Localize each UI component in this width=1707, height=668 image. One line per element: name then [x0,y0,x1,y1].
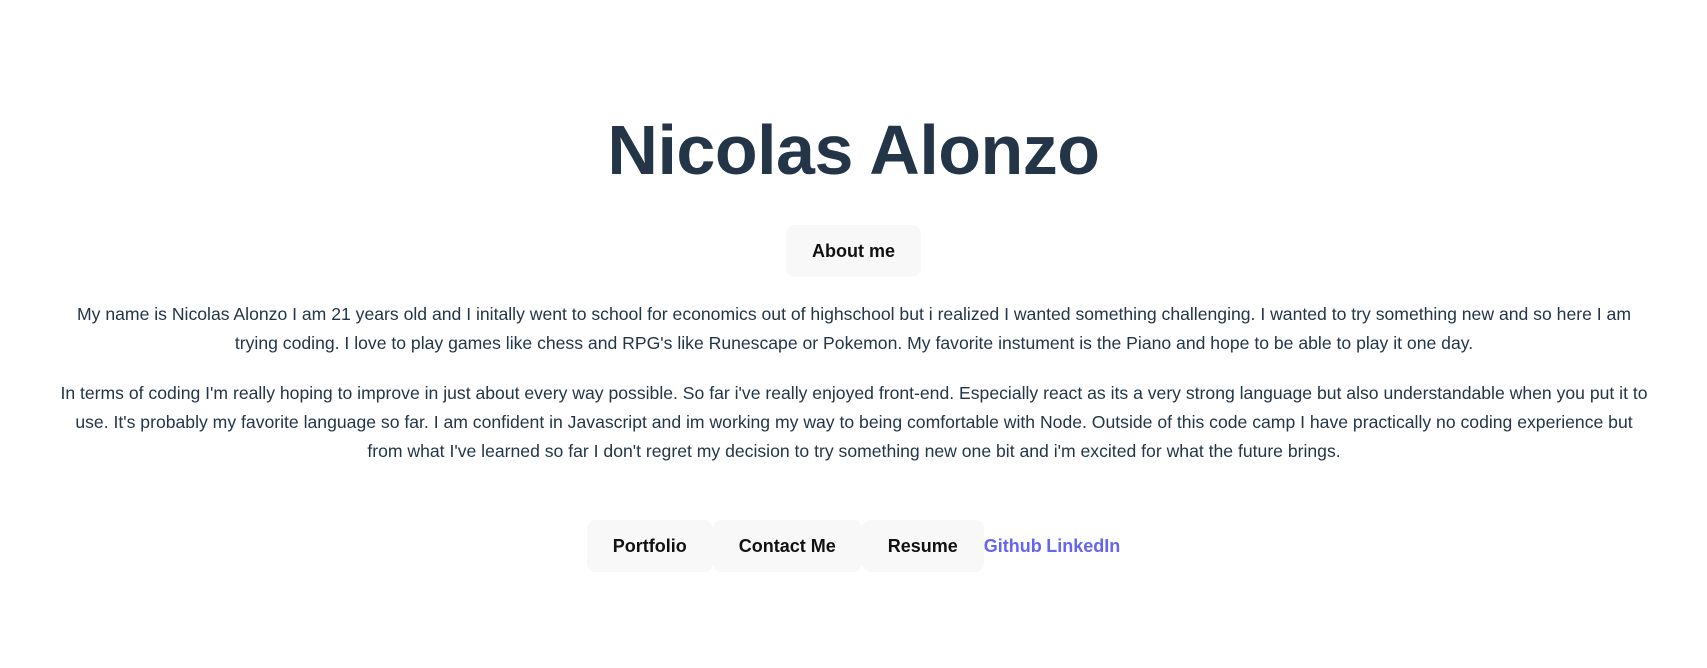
portfolio-button[interactable]: Portfolio [586,520,713,572]
resume-button[interactable]: Resume [861,520,984,572]
about-paragraph-1: My name is Nicolas Alonzo I am 21 years … [77,304,1631,353]
github-link[interactable]: Github [984,536,1042,557]
nav-row: Portfolio Contact Me Resume Github Linke… [0,520,1707,572]
page-title: Nicolas Alonzo [607,111,1100,189]
about-paragraph-2: In terms of coding I'm really hoping to … [60,383,1648,461]
linkedin-link[interactable]: LinkedIn [1046,536,1120,557]
contact-me-button[interactable]: Contact Me [712,520,862,572]
about-section-header: About me [0,225,1707,277]
about-me-button[interactable]: About me [786,225,921,277]
